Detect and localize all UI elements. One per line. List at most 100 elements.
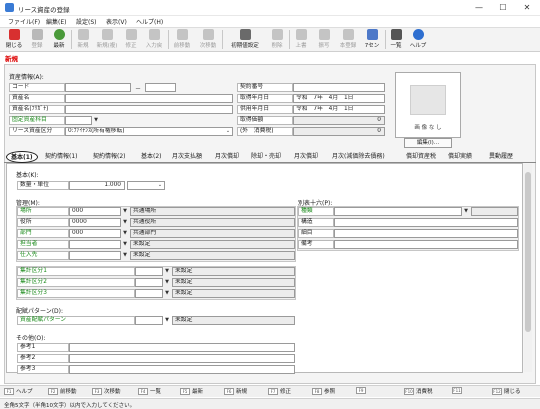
import-button[interactable]: 入力戻 <box>142 28 166 51</box>
fkey-f3[interactable]: F3 次移動 <box>92 387 121 395</box>
mgmt-code-supplier[interactable] <box>69 251 121 260</box>
code-from-field[interactable] <box>65 83 131 92</box>
new-button[interactable]: 新規 <box>73 28 93 51</box>
fkey-f11[interactable]: F11 <box>452 387 464 394</box>
tab-monthly-depreciation-2[interactable]: 月次償却 <box>293 151 319 163</box>
minimize-button[interactable]: — <box>470 1 488 14</box>
dropdown-arrow-icon[interactable]: ▼ <box>92 116 100 125</box>
table16-structure-field[interactable] <box>334 218 518 227</box>
new-copy-button[interactable]: 新規(複) <box>94 28 120 51</box>
fkey-f8[interactable]: F8 参照 <box>312 387 335 395</box>
code-to-field[interactable] <box>145 83 176 92</box>
fkey-f10[interactable]: F10 消費税 <box>404 387 433 395</box>
overwrite-button[interactable]: 上書 <box>291 28 311 51</box>
fkey-f7[interactable]: F7 修正 <box>268 387 291 395</box>
mgmt-code-person[interactable] <box>69 240 121 249</box>
scrollbar-thumb[interactable] <box>525 172 531 332</box>
aggregate-code-3[interactable] <box>135 289 163 298</box>
dropdown-arrow-icon[interactable]: ▼ <box>163 316 171 325</box>
initial-settings-button[interactable]: 初期値設定 <box>224 28 266 51</box>
new-label: 新規 <box>77 43 89 49</box>
maximize-button[interactable]: ☐ <box>494 1 512 14</box>
fkey-f4[interactable]: F4 一覧 <box>138 387 161 395</box>
dropdown-arrow-icon[interactable]: ▼ <box>121 218 129 227</box>
f2-key: F2 <box>48 388 58 395</box>
aggregate-code-1[interactable] <box>135 267 163 276</box>
prev-button[interactable]: 前移動 <box>170 28 194 51</box>
table16-detail-field[interactable] <box>334 229 518 238</box>
dropdown-arrow-icon[interactable]: ▼ <box>462 207 470 216</box>
f11-key: F11 <box>452 387 462 394</box>
menu-help[interactable]: ヘルプ(H) <box>136 17 163 26</box>
table16-kind-field[interactable] <box>334 207 462 216</box>
dropdown-arrow-icon[interactable]: ▼ <box>163 289 171 298</box>
tab-monthly-depreciation[interactable]: 月次償却 <box>214 151 240 163</box>
tab-depreciable-asset-tax[interactable]: 償却資産税 <box>405 151 437 163</box>
this-period-button[interactable]: 本登録 <box>336 28 360 51</box>
tab-basic-1[interactable]: 基本(1) <box>6 151 38 163</box>
mgmt-code-department[interactable]: 000 <box>69 229 121 238</box>
dropdown-arrow-icon[interactable]: ▼ <box>121 240 129 249</box>
asset-kana-field[interactable] <box>65 105 233 114</box>
copy-button[interactable]: 振写 <box>313 28 335 51</box>
qty-field[interactable]: 1.000 <box>69 181 125 190</box>
menu-edit[interactable]: 編集(E) <box>46 17 66 26</box>
tab-change-history[interactable]: 異動履歴 <box>488 151 514 163</box>
image-edit-button[interactable]: 編集(I)... <box>404 138 452 148</box>
edit-button[interactable]: 修正 <box>121 28 141 51</box>
chevron-down-icon[interactable]: ⌄ <box>156 181 164 190</box>
tab-disposal[interactable]: 除却・売却 <box>250 151 282 163</box>
note-field-1[interactable] <box>69 343 295 352</box>
tab-monthly-payment[interactable]: 月次支払額 <box>171 151 203 163</box>
fkey-f12[interactable]: F12 閉じる <box>492 387 521 395</box>
tab-contract-1[interactable]: 契約情報(1) <box>44 151 79 163</box>
fixed-subject-field[interactable] <box>65 116 92 125</box>
note-field-2[interactable] <box>69 354 295 363</box>
code-dash: － <box>135 86 142 93</box>
fkey-f9[interactable]: F9 <box>356 387 368 394</box>
tab-depreciation-results[interactable]: 償却実績 <box>447 151 473 163</box>
acquisition-date-field[interactable]: 令和 7年 4月 1日 <box>293 94 385 103</box>
dropdown-arrow-icon[interactable]: ▼ <box>121 207 129 216</box>
next-button[interactable]: 次移動 <box>196 28 220 51</box>
tab-contract-2[interactable]: 契約情報(2) <box>92 151 127 163</box>
asset-name-field[interactable] <box>65 94 233 103</box>
delete-button[interactable]: 削除 <box>267 28 287 51</box>
mgmt-code-office[interactable]: 0000 <box>69 218 121 227</box>
dropdown-arrow-icon[interactable]: ▼ <box>121 251 129 260</box>
mgmt-code-location[interactable]: 000 <box>69 207 121 216</box>
aggregate-name-2: 未設定 <box>172 278 295 287</box>
fkey-f2[interactable]: F2 前移動 <box>48 387 77 395</box>
aggregate-code-2[interactable] <box>135 278 163 287</box>
tab-basic-2[interactable]: 基本(2) <box>140 151 163 163</box>
use-date-field[interactable]: 令和 7年 4月 1日 <box>293 105 385 114</box>
dropdown-arrow-icon[interactable]: ▼ <box>121 229 129 238</box>
fkey-f1[interactable]: F1 ヘルプ <box>4 387 33 395</box>
f1-key: F1 <box>4 388 14 395</box>
f10-label: 消費税 <box>416 389 433 395</box>
refresh-button[interactable]: 最新 <box>49 28 69 51</box>
register-button[interactable]: 登録 <box>27 28 47 51</box>
fuzen-button[interactable]: 7セン <box>361 28 383 51</box>
note-label-3: 参考3 <box>17 365 69 374</box>
dropdown-arrow-icon[interactable]: ▼ <box>163 278 171 287</box>
allocation-code[interactable] <box>135 316 163 325</box>
help-button[interactable]: ヘルプ <box>407 28 429 51</box>
close-window-button[interactable]: ✕ <box>518 1 536 14</box>
category-select[interactable]: 0:ﾌｧｲﾅﾝｽ(所有権移転) <box>65 127 233 136</box>
menu-file[interactable]: ファイル(F) <box>8 17 40 26</box>
period-icon <box>342 29 354 40</box>
contract-no-field[interactable] <box>293 83 385 92</box>
menu-settings[interactable]: 設定(S) <box>76 17 97 26</box>
menu-view[interactable]: 表示(V) <box>106 17 127 26</box>
fkey-f5[interactable]: F5 最新 <box>180 387 203 395</box>
tab-monthly-removal[interactable]: 月次(減価除去債務) <box>331 151 386 163</box>
fkey-f6[interactable]: F6 新規 <box>224 387 247 395</box>
close-button[interactable]: 閉じる <box>3 28 25 51</box>
dropdown-arrow-icon[interactable]: ▼ <box>163 267 171 276</box>
chevron-down-icon[interactable]: ⌄ <box>224 127 232 136</box>
table16-remarks-field[interactable] <box>334 240 518 249</box>
list-button[interactable]: 一覧 <box>387 28 405 51</box>
note-field-3[interactable] <box>69 365 295 374</box>
overwrite-icon <box>295 29 307 40</box>
